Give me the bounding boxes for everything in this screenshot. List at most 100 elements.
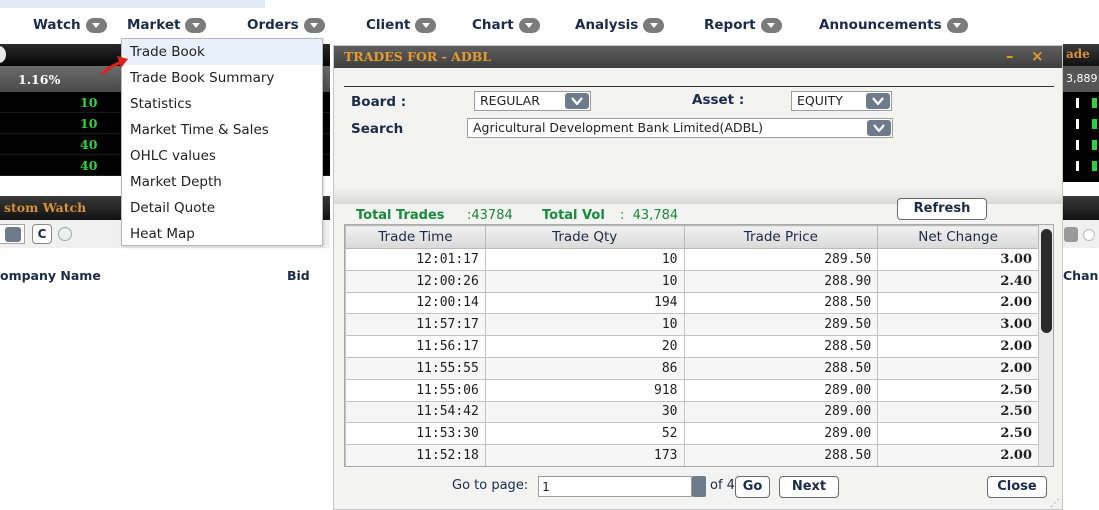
scrollbar-thumb[interactable]	[1041, 229, 1052, 333]
next-button[interactable]: Next	[779, 476, 839, 498]
trade-time-cell: 11:55:55	[345, 356, 486, 380]
option-radio[interactable]	[1083, 229, 1095, 241]
menu-client[interactable]: Client	[366, 14, 437, 36]
menu-orders-label: Orders	[247, 17, 299, 33]
net-change-cell: 2.40	[877, 269, 1039, 293]
menu-orders[interactable]: Orders	[247, 14, 325, 36]
board-select-value: REGULAR	[480, 93, 540, 108]
tick-mark	[1092, 98, 1097, 108]
tick-mark	[1076, 119, 1079, 129]
page-count: of 4	[710, 478, 735, 493]
trade-price-cell: 288.50	[683, 335, 879, 358]
menu-watch[interactable]: Watch	[33, 14, 107, 36]
grid-scrollbar[interactable]	[1039, 225, 1053, 466]
table-row[interactable]: 11:55:06 918 289.00 2.50	[345, 378, 1039, 402]
close-icon[interactable]: ×	[1031, 47, 1044, 65]
clear-button[interactable]: C	[32, 224, 52, 244]
option-radio[interactable]	[58, 227, 72, 241]
table-header-row: Trade Time Trade Qty Trade Price Net Cha…	[345, 225, 1039, 249]
trades-window-title: TRADES FOR - ADBL	[344, 49, 492, 64]
page-number-input[interactable]: 1	[538, 476, 692, 497]
chevron-down-icon[interactable]	[1064, 227, 1078, 242]
trades-window-titlebar[interactable]: TRADES FOR - ADBL – ×	[334, 46, 1062, 68]
chevron-down-icon	[5, 227, 21, 242]
minimize-icon[interactable]: –	[1006, 47, 1014, 65]
menu-chart[interactable]: Chart	[472, 14, 540, 36]
table-row[interactable]: 11:57:17 10 289.50 3.00	[345, 313, 1039, 337]
trade-time-cell: 11:55:06	[345, 378, 486, 402]
table-row[interactable]: 11:54:42 30 289.00 2.50	[345, 400, 1039, 424]
trade-time-cell: 12:01:17	[345, 248, 486, 271]
menu-item-ohlc-values[interactable]: OHLC values	[122, 143, 322, 169]
trade-time-cell: 11:53:30	[345, 422, 486, 446]
trade-time-cell: 11:56:17	[345, 335, 486, 358]
table-row[interactable]: 11:55:55 86 288.50 2.00	[345, 356, 1039, 380]
trade-time-cell: 12:00:14	[345, 291, 486, 315]
page-stepper[interactable]	[692, 476, 706, 497]
table-row[interactable]: 12:01:17 10 289.50 3.00	[345, 248, 1039, 271]
panel-toggle-icon	[0, 46, 6, 63]
ticker-value: 10	[80, 95, 98, 110]
menu-item-market-time-sales[interactable]: Market Time & Sales	[122, 117, 322, 143]
menu-item-market-depth[interactable]: Market Depth	[122, 169, 322, 195]
net-change-cell: 2.00	[877, 291, 1039, 315]
search-select[interactable]: Agricultural Development Bank Limited(AD…	[467, 118, 893, 138]
go-button[interactable]: Go	[735, 476, 770, 498]
trade-qty-cell: 52	[484, 422, 685, 446]
trade-price-cell: 288.50	[683, 444, 879, 466]
menu-item-trade-book[interactable]: Trade Book	[122, 39, 322, 65]
right-value-bar: 3,889	[1063, 66, 1099, 92]
col-net-change[interactable]: Net Change	[877, 225, 1039, 249]
trades-window: TRADES FOR - ADBL – × Board : REGULAR As…	[333, 45, 1063, 510]
chevron-down-icon	[303, 17, 325, 33]
watchlist-select[interactable]	[0, 224, 25, 244]
goto-page-label: Go to page:	[452, 478, 529, 493]
resize-grip-icon[interactable]: ⋰	[1050, 498, 1060, 509]
trade-qty-cell: 30	[484, 400, 685, 424]
menu-announcements-label: Announcements	[819, 17, 942, 33]
menu-market[interactable]: Market	[127, 14, 207, 36]
refresh-button[interactable]: Refresh	[897, 198, 987, 220]
menu-report[interactable]: Report	[704, 14, 782, 36]
menu-strip	[0, 0, 265, 8]
menu-item-heat-map[interactable]: Heat Map	[122, 221, 322, 247]
right-background-panel: ade 3,889 Chan	[1063, 44, 1099, 510]
asset-label: Asset :	[692, 92, 745, 108]
table-row[interactable]: 11:53:30 52 289.00 2.50	[345, 422, 1039, 446]
watch-table-header: ompany Name Bid	[0, 248, 330, 296]
table-row[interactable]: 12:00:26 10 288.90 2.40	[345, 269, 1039, 293]
ticker-value: 40	[80, 158, 98, 173]
trade-qty-cell: 173	[484, 444, 685, 466]
asset-select[interactable]: EQUITY	[791, 91, 892, 111]
menu-item-statistics[interactable]: Statistics	[122, 91, 322, 117]
trade-time-cell: 11:57:17	[345, 313, 486, 337]
col-trade-qty[interactable]: Trade Qty	[484, 225, 685, 249]
net-change-cell: 2.00	[877, 335, 1039, 358]
board-select[interactable]: REGULAR	[474, 91, 591, 111]
tick-mark	[1076, 161, 1079, 171]
net-change-cell: 2.00	[877, 356, 1039, 380]
trade-qty-cell: 918	[484, 378, 685, 402]
tick-mark	[1092, 161, 1097, 171]
trade-price-cell: 288.50	[683, 356, 879, 380]
search-select-value: Agricultural Development Bank Limited(AD…	[473, 120, 764, 135]
menu-announcements[interactable]: Announcements	[819, 14, 968, 36]
trade-qty-cell: 20	[484, 335, 685, 358]
bid-header: Bid	[287, 268, 310, 283]
net-change-cell: 2.50	[877, 422, 1039, 446]
table-row[interactable]: 12:00:14 194 288.50 2.00	[345, 291, 1039, 315]
col-trade-price[interactable]: Trade Price	[683, 225, 879, 249]
trade-price-cell: 289.00	[683, 422, 879, 446]
tick-mark	[1076, 140, 1079, 150]
table-row[interactable]: 11:52:18 173 288.50 2.00	[345, 444, 1039, 466]
close-button[interactable]: Close	[987, 476, 1047, 498]
menu-item-detail-quote[interactable]: Detail Quote	[122, 195, 322, 221]
menu-bar: Watch Market Orders Client Chart Analysi…	[0, 0, 1099, 40]
col-trade-time[interactable]: Trade Time	[345, 225, 486, 249]
menu-client-label: Client	[366, 17, 411, 33]
table-row[interactable]: 11:56:17 20 288.50 2.00	[345, 335, 1039, 358]
menu-analysis[interactable]: Analysis	[575, 14, 665, 36]
divider	[344, 86, 1054, 87]
menu-item-trade-book-summary[interactable]: Trade Book Summary	[122, 65, 322, 91]
ticker-value: 10	[80, 116, 98, 131]
